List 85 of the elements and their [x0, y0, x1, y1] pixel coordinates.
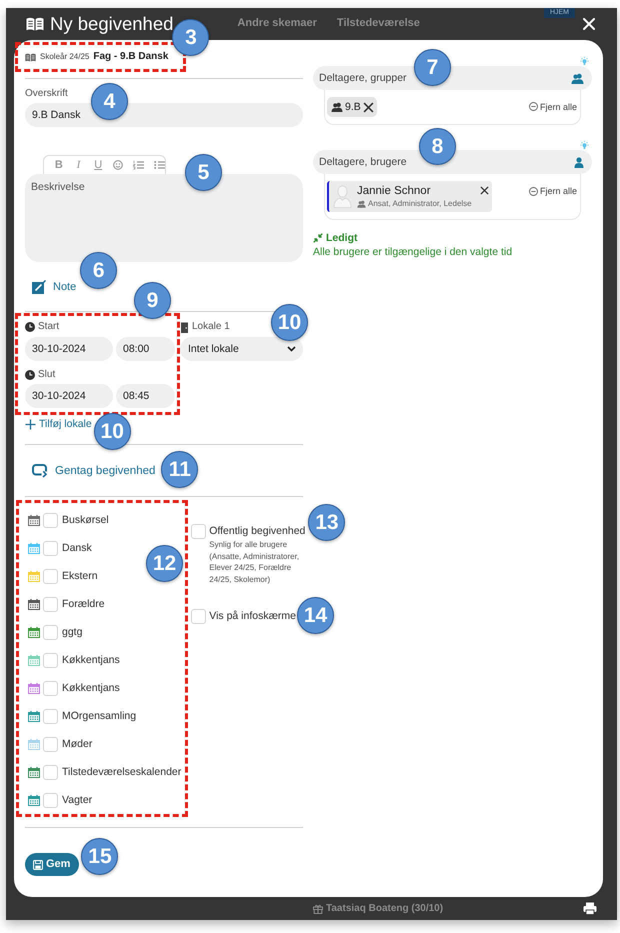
light-bulb-icon — [580, 141, 589, 150]
field-label: Lokale 1 — [192, 321, 230, 333]
field-label: Slut — [38, 369, 56, 381]
repeat-link[interactable]: Gentag begivenhed — [32, 463, 156, 479]
user-name: Jannie Schnor — [357, 184, 432, 199]
clock-icon — [25, 370, 35, 380]
numbered-list-icon[interactable] — [133, 160, 144, 170]
group-icon — [571, 72, 584, 84]
minus-circle-icon — [528, 102, 538, 112]
checkbox[interactable] — [43, 680, 58, 696]
checkbox[interactable] — [43, 652, 58, 668]
smiley-icon[interactable] — [113, 160, 124, 170]
time-input[interactable]: 08:45 — [116, 384, 175, 408]
minus-circle-icon — [528, 186, 538, 196]
checkbox[interactable] — [43, 708, 58, 724]
date-input[interactable]: 30-10-2024 — [25, 337, 113, 361]
checkbox-label[interactable]: ggtg — [62, 626, 82, 638]
chip-label: 9.B — [345, 100, 361, 114]
open-book-icon — [25, 52, 36, 62]
checkbox[interactable] — [43, 764, 58, 780]
remove-all-button[interactable]: Fjern alle — [528, 186, 577, 197]
checkbox[interactable] — [43, 540, 58, 556]
checkbox-label[interactable]: Offentlig begivenhed — [209, 524, 306, 539]
bullet-list-icon[interactable] — [154, 160, 166, 170]
time-input[interactable]: 08:00 — [116, 337, 175, 361]
availability-status: Ledigt — [326, 232, 358, 244]
checkbox-label[interactable]: Køkkentjans — [62, 682, 120, 694]
gift-icon — [313, 904, 323, 914]
checkbox-label[interactable]: Vis på infoskærme — [209, 609, 296, 624]
checkbox-label[interactable]: Møder — [62, 738, 92, 750]
repeat-icon — [32, 464, 47, 478]
checkbox-label[interactable]: MOrgensamling — [62, 710, 136, 722]
clock-icon — [25, 322, 35, 332]
checkbox[interactable] — [43, 624, 58, 640]
checkbox[interactable] — [191, 524, 206, 539]
checkbox[interactable] — [43, 596, 58, 612]
printer-icon — [583, 902, 597, 915]
person-icon — [574, 156, 584, 168]
close-icon[interactable] — [362, 102, 374, 112]
dialog-title: Ny begivenhed — [50, 12, 174, 36]
checkbox-label[interactable]: Buskørsel — [62, 514, 109, 526]
door-icon — [180, 322, 189, 332]
checkbox[interactable] — [191, 609, 206, 624]
add-room-link[interactable]: Tilføj lokale — [25, 418, 92, 430]
field-label: Overskrift — [25, 88, 68, 100]
field-label: Start — [38, 321, 60, 333]
checkbox[interactable] — [43, 568, 58, 584]
group-icon — [357, 200, 366, 208]
room-select[interactable]: Intet lokale — [180, 337, 303, 361]
checkbox-label[interactable]: Ekstern — [62, 570, 98, 582]
hint-text: Synlig for alle brugere (Ansatte, Administratorer, Elever 24/25, Forældre 24/25, Skolemor) — [209, 539, 300, 585]
numbered-callout: 6 — [80, 252, 118, 289]
checkbox[interactable] — [43, 792, 58, 808]
school-year-label: Skoleår 24/25 — [40, 52, 90, 62]
numbered-callout: 13 — [308, 504, 346, 541]
person-silhouette-icon — [333, 184, 352, 208]
open-book-icon — [26, 17, 44, 31]
numbered-callout: 10 — [94, 413, 131, 450]
checkbox-label[interactable]: Forældre — [62, 598, 105, 610]
plus-icon — [25, 418, 36, 430]
checkbox[interactable] — [43, 512, 58, 528]
numbered-callout: 11 — [161, 451, 198, 488]
user-roles: Ansat, Administrator, Ledelse — [368, 199, 472, 209]
checkbox[interactable] — [43, 736, 58, 752]
pencil-square-icon — [32, 280, 46, 294]
close-icon[interactable] — [480, 186, 489, 195]
checkbox-label[interactable]: Køkkentjans — [62, 654, 120, 666]
inward-arrows-icon — [313, 233, 323, 243]
chevron-down-icon — [287, 346, 296, 352]
background-heading: Andre skemaer — [237, 17, 317, 31]
remove-all-button[interactable]: Fjern alle — [528, 102, 577, 112]
checkbox-label[interactable]: Dansk — [62, 542, 92, 554]
date-input[interactable]: 30-10-2024 — [25, 384, 113, 408]
checkbox-label[interactable]: Vagter — [62, 794, 92, 806]
subject-title: Fag - 9.B Dansk — [93, 51, 168, 63]
availability-message: Alle brugere er tilgængelige i den valgte tid — [313, 246, 514, 259]
background-list-item: Taatsiaq Boateng (30/10) — [326, 902, 444, 914]
note-link[interactable]: Note — [32, 279, 76, 295]
light-bulb-icon — [580, 57, 589, 66]
checkbox-label[interactable]: Tilstedeværelseskalender — [62, 766, 182, 778]
group-icon — [331, 102, 343, 112]
numbered-callout: 15 — [81, 838, 118, 875]
numbered-callout: 14 — [297, 597, 334, 634]
background-heading: Tilstedeværelse — [336, 17, 420, 31]
save-button[interactable]: Gem — [25, 853, 80, 876]
